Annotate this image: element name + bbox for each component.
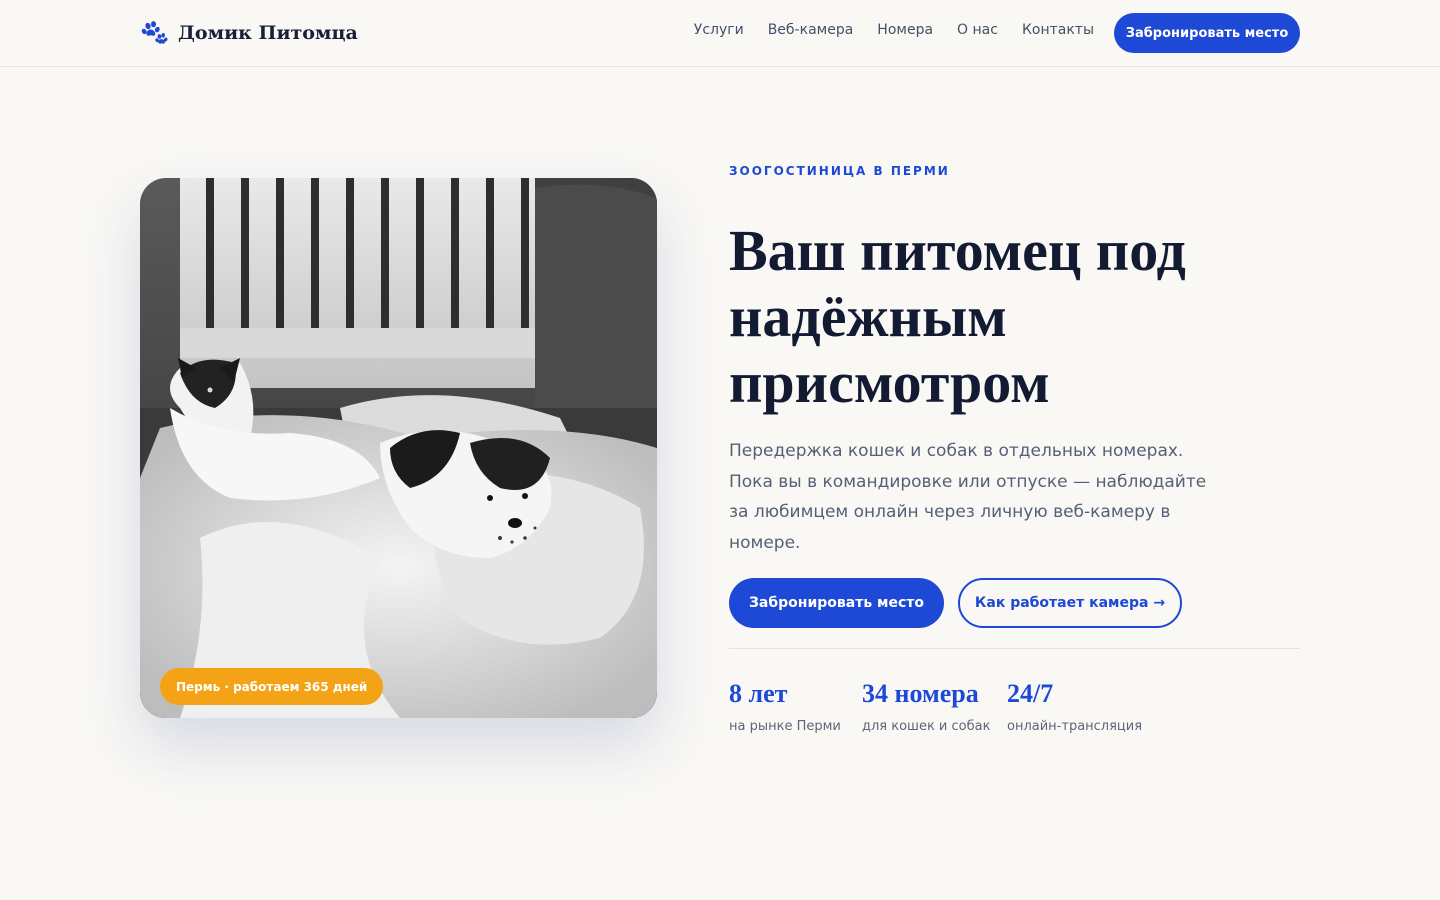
stat-years: 8 лет на рынке Перми — [729, 678, 841, 734]
stat-value: 34 номера — [862, 679, 979, 708]
stat-label: на рынке Перми — [729, 719, 841, 734]
stat-label: для кошек и собак — [862, 719, 991, 734]
hero-lead: Передержка кошек и собак в отдельных ном… — [729, 441, 1207, 553]
nav-link-webcam[interactable]: Веб-камера — [768, 22, 854, 38]
stat-value: 8 лет — [729, 679, 788, 708]
site-header: Домик Питомца Услуги Веб-камера Номера О… — [0, 0, 1440, 67]
location-badge: Пермь · работаем 365 дней — [160, 668, 384, 705]
camera-info-button[interactable]: Как работает камера → — [958, 578, 1182, 628]
hero-headline: Ваш питомец под надёжным присмотром — [729, 218, 1186, 415]
nav-link-rooms[interactable]: Номера — [877, 22, 933, 38]
nav-link-about[interactable]: О нас — [957, 22, 998, 38]
header-book-button[interactable]: Забронировать место — [1114, 13, 1300, 53]
cat-and-dog-photo — [140, 178, 657, 718]
book-button[interactable]: Забронировать место — [729, 578, 944, 628]
divider — [729, 648, 1300, 649]
stat-value: 24/7 — [1007, 679, 1054, 708]
stat-rooms: 34 номера для кошек и собак — [862, 678, 990, 734]
paw-icon — [141, 21, 168, 44]
hero-photo — [140, 178, 657, 718]
stat-stream: 24/7 онлайн-трансляция — [1007, 678, 1142, 734]
nav-link-services[interactable]: Услуги — [694, 22, 744, 38]
logo-text: Домик Питомца — [178, 22, 358, 44]
stat-label: онлайн-трансляция — [1007, 719, 1143, 734]
nav-link-contacts[interactable]: Контакты — [1022, 22, 1094, 38]
main-nav: Услуги Веб-камера Номера О нас Контакты — [694, 22, 1094, 38]
hero-eyebrow: ЗООГОСТИНИЦА В ПЕРМИ — [729, 164, 950, 178]
logo[interactable]: Домик Питомца — [140, 18, 358, 48]
